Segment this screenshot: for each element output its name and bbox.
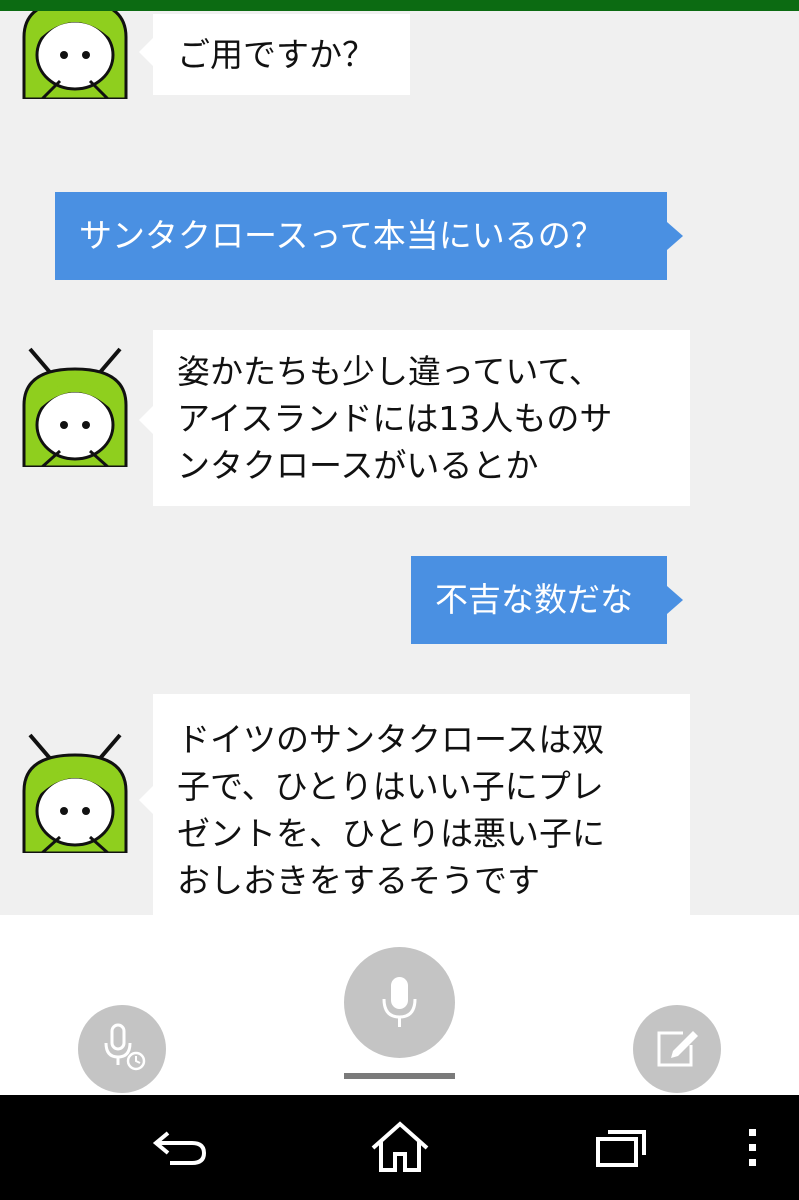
status-bar — [0, 0, 799, 11]
navigation-bar — [0, 1095, 799, 1200]
voice-timer-button[interactable] — [78, 1005, 166, 1093]
assistant-avatar — [20, 733, 130, 855]
edit-button[interactable] — [633, 1005, 721, 1093]
message-line: ゼントを、ひとりは悪い子に — [177, 814, 606, 853]
bot-message: 姿かたちも少し違っていて、 アイスランドには13人ものサ ンタクロースがいるとか — [139, 330, 690, 506]
message-line: ドイツのサンタクロースは双 — [177, 720, 605, 759]
mic-underline — [344, 1073, 455, 1079]
message-text: 不吉な数だな — [435, 580, 633, 619]
back-icon[interactable] — [150, 1125, 210, 1170]
edit-icon — [657, 1031, 698, 1067]
assistant-avatar — [20, 11, 130, 101]
bot-message: ドイツのサンタクロースは双 子で、ひとりはいい子にプレ ゼントを、ひとりは悪い子… — [139, 694, 690, 915]
home-icon[interactable] — [369, 1120, 431, 1175]
message-line: ンタクロースがいるとか — [177, 446, 539, 485]
message-line: 子で、ひとりはいい子にプレ — [177, 767, 604, 806]
user-message: サンタクロースって本当にいるの？ — [55, 192, 683, 280]
overflow-menu-icon[interactable] — [746, 1127, 760, 1169]
message-line: おしおきをするそうです — [177, 861, 540, 900]
microphone-icon — [382, 977, 417, 1027]
assistant-avatar — [20, 347, 130, 469]
bot-message: ご用ですか？ — [139, 14, 410, 95]
message-line: アイスランドには13人ものサ — [177, 399, 613, 438]
microphone-button[interactable] — [344, 947, 455, 1058]
recent-apps-icon[interactable] — [594, 1127, 650, 1169]
voice-timer-icon — [104, 1023, 146, 1071]
message-line: 姿かたちも少し違っていて、 — [177, 352, 602, 391]
chat-area[interactable]: ご用ですか？ サンタクロースって本当にいるの？ 姿かたちも少し違っていて、 アイ… — [0, 11, 799, 915]
user-message: 不吉な数だな — [411, 556, 683, 644]
message-text: サンタクロースって本当にいるの？ — [79, 216, 604, 255]
input-controls — [0, 915, 799, 1095]
message-line: ご用ですか？ — [177, 35, 375, 74]
